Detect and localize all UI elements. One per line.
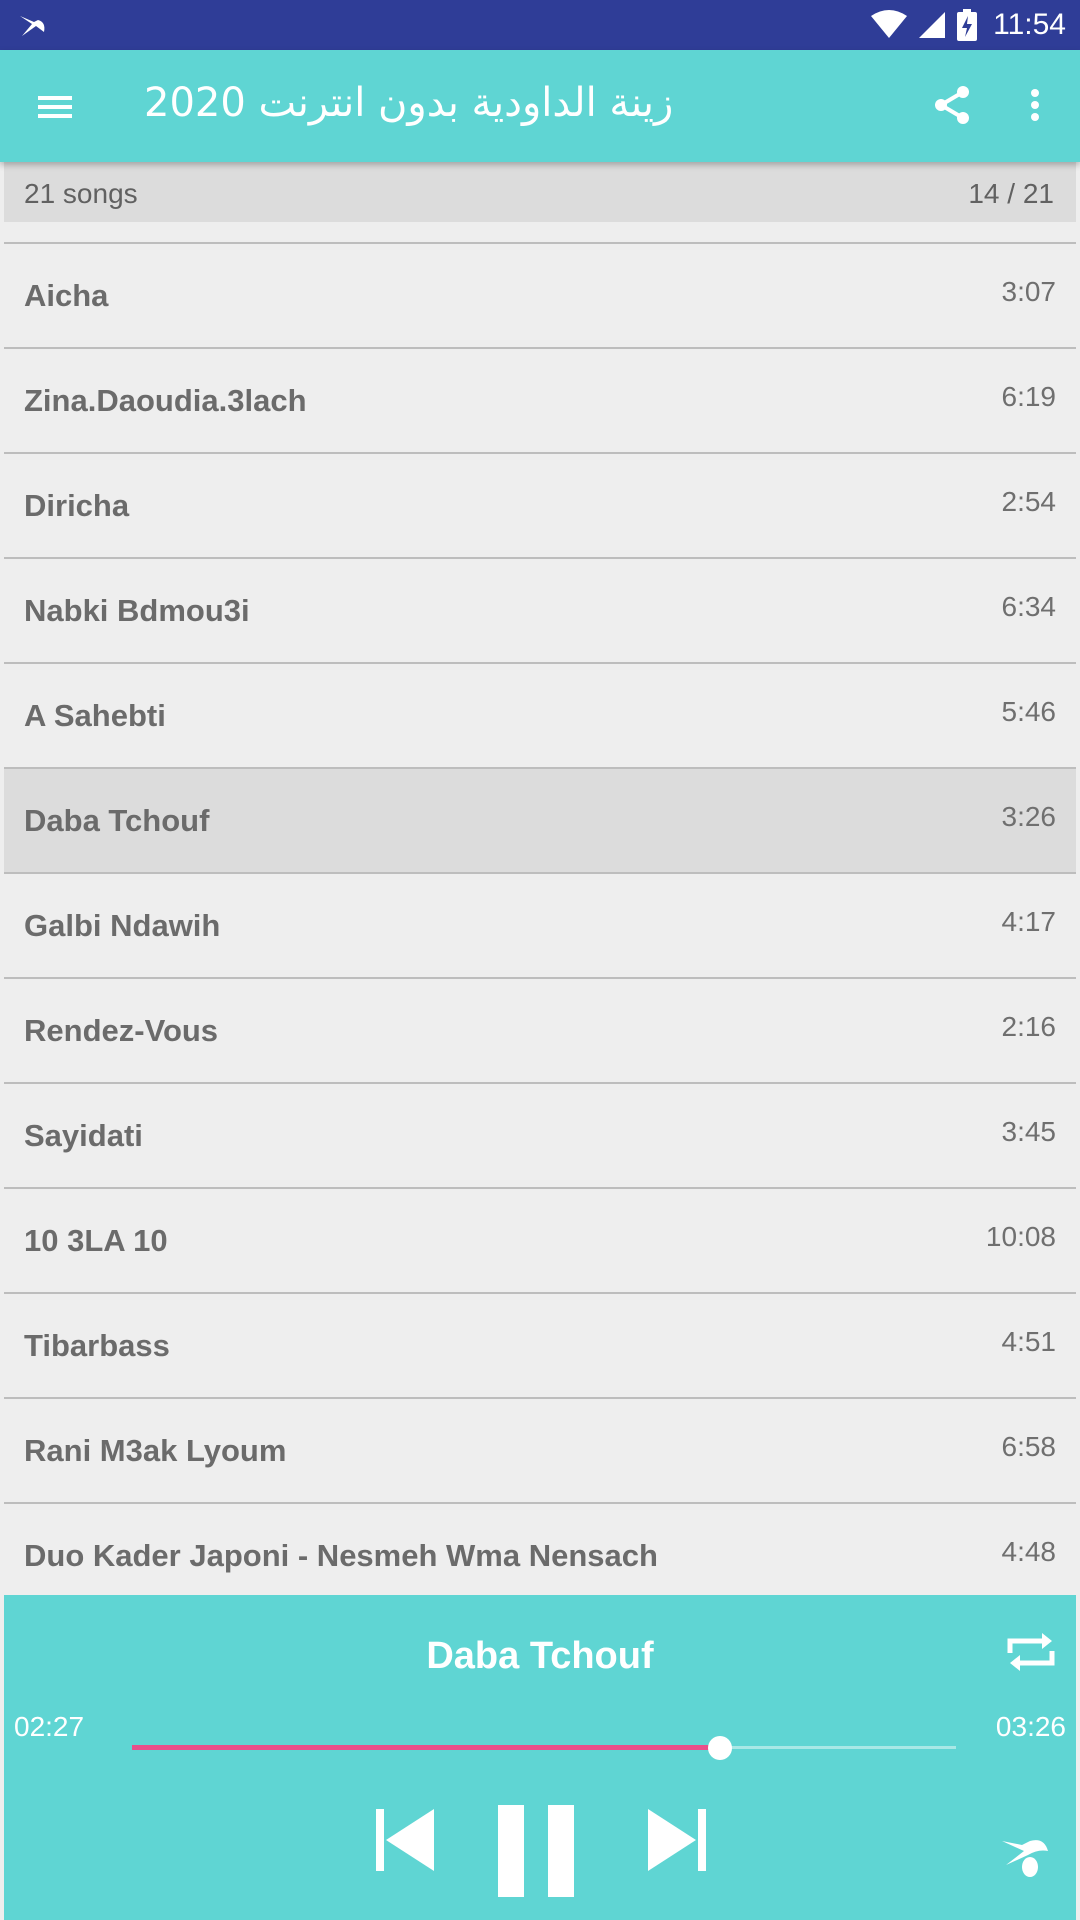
seek-bar[interactable] — [132, 1735, 956, 1761]
elapsed-time: 02:27 — [14, 1711, 85, 1742]
song-row[interactable]: Diricha 2:54 — [4, 452, 1076, 557]
skip-previous-icon[interactable] — [372, 1805, 442, 1875]
song-count: 21 songs — [24, 178, 138, 209]
song-row[interactable]: Nabki Bdmou3i 6:34 — [4, 557, 1076, 662]
song-title: Duo Kader Japoni - Nesmeh Wma Nensach — [24, 1538, 658, 1573]
more-vert-icon[interactable] — [1020, 80, 1050, 130]
song-list: Aicha 3:07 Zina.Daoudia.3lach 6:19 Diric… — [4, 242, 1076, 1607]
status-bar: 11:54 — [0, 0, 1080, 50]
track-position: 14 / 21 — [968, 178, 1054, 209]
song-title: Aicha — [24, 278, 109, 313]
app-bar: زينة الداودية بدون انترنت 2020 — [0, 50, 1080, 162]
bird-logo-icon — [20, 16, 45, 36]
song-row[interactable]: A Sahebti 5:46 — [4, 662, 1076, 767]
song-duration: 6:34 — [1001, 591, 1057, 622]
skip-next-icon[interactable] — [640, 1805, 710, 1875]
song-duration: 3:07 — [1001, 276, 1057, 307]
song-row[interactable]: Tibarbass 4:51 — [4, 1292, 1076, 1397]
bird-logo-icon — [1002, 1840, 1048, 1877]
song-title: Rendez-Vous — [24, 1013, 219, 1048]
song-title: A Sahebti — [24, 698, 166, 733]
song-row-active[interactable]: Daba Tchouf 3:26 — [4, 767, 1076, 872]
song-title: Sayidati — [24, 1118, 143, 1153]
song-duration: 5:46 — [1001, 696, 1057, 727]
song-duration: 3:26 — [1001, 801, 1057, 832]
song-title: Zina.Daoudia.3lach — [24, 383, 307, 418]
song-title: Tibarbass — [24, 1328, 170, 1363]
signal-icon — [919, 12, 946, 38]
song-row[interactable]: Sayidati 3:45 — [4, 1082, 1076, 1187]
now-playing-panel: Daba Tchouf 02:27 03:26 — [4, 1595, 1076, 1920]
song-title: Diricha — [24, 488, 130, 523]
pause-icon[interactable] — [494, 1803, 578, 1899]
wifi-icon — [871, 10, 908, 38]
song-duration: 6:58 — [1001, 1431, 1057, 1462]
song-duration: 2:54 — [1001, 486, 1057, 517]
status-icons: 11:54 — [871, 0, 1066, 50]
page-title: زينة الداودية بدون انترنت 2020 — [144, 80, 674, 126]
song-row[interactable]: Rendez-Vous 2:16 — [4, 977, 1076, 1082]
song-title: 10 3LA 10 — [24, 1223, 168, 1258]
song-duration: 6:19 — [1001, 381, 1057, 412]
song-duration: 4:51 — [1001, 1326, 1057, 1357]
song-title: Nabki Bdmou3i — [24, 593, 250, 628]
seek-thumb[interactable] — [707, 1736, 732, 1760]
seek-progress — [132, 1745, 720, 1750]
song-row[interactable]: Zina.Daoudia.3lach 6:19 — [4, 347, 1076, 452]
song-title: Galbi Ndawih — [24, 908, 221, 943]
song-title: Rani M3ak Lyoum — [24, 1433, 287, 1468]
song-duration: 10:08 — [985, 1221, 1056, 1252]
total-time: 03:26 — [995, 1711, 1066, 1742]
battery-charging-icon — [957, 9, 978, 41]
status-time: 11:54 — [993, 8, 1066, 41]
song-duration: 4:48 — [1001, 1536, 1057, 1567]
list-header: 21 songs 14 / 21 — [4, 162, 1076, 222]
song-duration: 2:16 — [1001, 1011, 1057, 1042]
menu-icon[interactable] — [30, 82, 80, 132]
song-row[interactable]: Rani M3ak Lyoum 6:58 — [4, 1397, 1076, 1502]
now-playing-title: Daba Tchouf — [426, 1635, 654, 1677]
song-row[interactable]: 10 3LA 10 10:08 — [4, 1187, 1076, 1292]
song-title: Daba Tchouf — [24, 803, 210, 838]
repeat-icon[interactable] — [1002, 1623, 1060, 1681]
song-row[interactable]: Duo Kader Japoni - Nesmeh Wma Nensach 4:… — [4, 1502, 1076, 1607]
song-duration: 3:45 — [1001, 1116, 1057, 1147]
song-row[interactable]: Galbi Ndawih 4:17 — [4, 872, 1076, 977]
song-duration: 4:17 — [1001, 906, 1057, 937]
share-icon[interactable] — [928, 80, 978, 130]
song-row[interactable]: Aicha 3:07 — [4, 242, 1076, 347]
